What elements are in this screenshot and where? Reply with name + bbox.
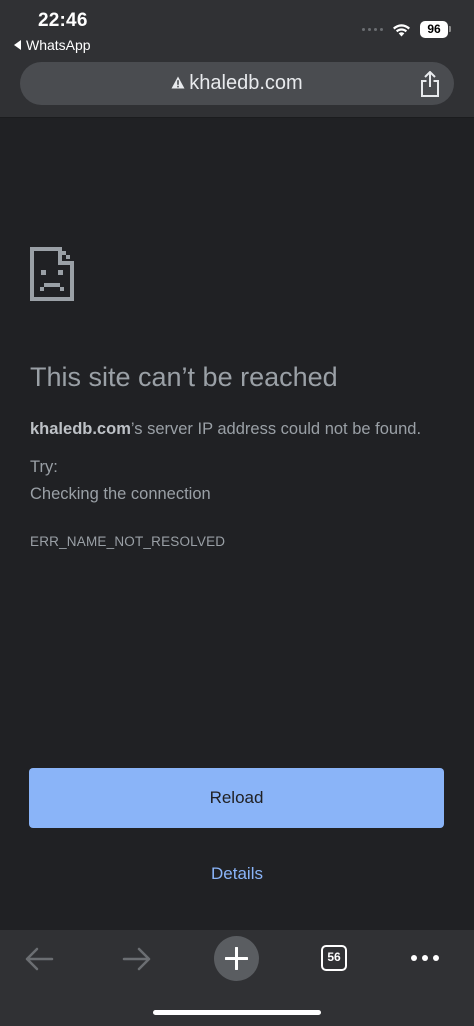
forward-arrow-icon[interactable]: [122, 946, 152, 972]
try-label: Try:: [30, 458, 58, 476]
back-app-label: WhatsApp: [26, 37, 91, 53]
sad-page-icon: [30, 247, 74, 301]
share-icon[interactable]: [419, 71, 441, 97]
browser-top-chrome: 22:46 WhatsApp 96 khaledb.com: [0, 0, 474, 118]
error-description: khaledb.com’s server IP address could no…: [30, 420, 421, 439]
more-menu-icon[interactable]: [411, 955, 439, 961]
plus-icon: [225, 947, 248, 970]
reload-button[interactable]: Reload: [29, 768, 444, 828]
status-indicators: 96: [362, 21, 451, 38]
warning-triangle-icon[interactable]: [171, 76, 185, 89]
status-time: 22:46: [38, 10, 88, 31]
signal-dots-icon: [362, 28, 383, 31]
error-description-text: ’s server IP address could not be found.: [130, 420, 422, 438]
error-title: This site can’t be reached: [30, 362, 338, 392]
back-arrow-icon[interactable]: [24, 946, 54, 972]
url-text: khaledb.com: [189, 72, 303, 94]
wifi-icon: [393, 23, 410, 36]
back-triangle-icon: [14, 40, 21, 50]
chrome-divider: [0, 117, 474, 118]
url-bar[interactable]: khaledb.com: [20, 62, 454, 105]
new-tab-button[interactable]: [214, 936, 259, 981]
battery-indicator: 96: [420, 21, 451, 38]
url-display[interactable]: khaledb.com: [20, 62, 454, 105]
error-host: khaledb.com: [30, 420, 131, 438]
error-code: ERR_NAME_NOT_RESOLVED: [30, 534, 226, 549]
home-indicator[interactable]: [153, 1010, 321, 1015]
details-button[interactable]: Details: [0, 864, 474, 884]
back-to-app-button[interactable]: WhatsApp: [14, 37, 91, 53]
tab-switcher-button[interactable]: 56: [321, 945, 347, 971]
suggestion-check-connection: Checking the connection: [30, 485, 211, 503]
